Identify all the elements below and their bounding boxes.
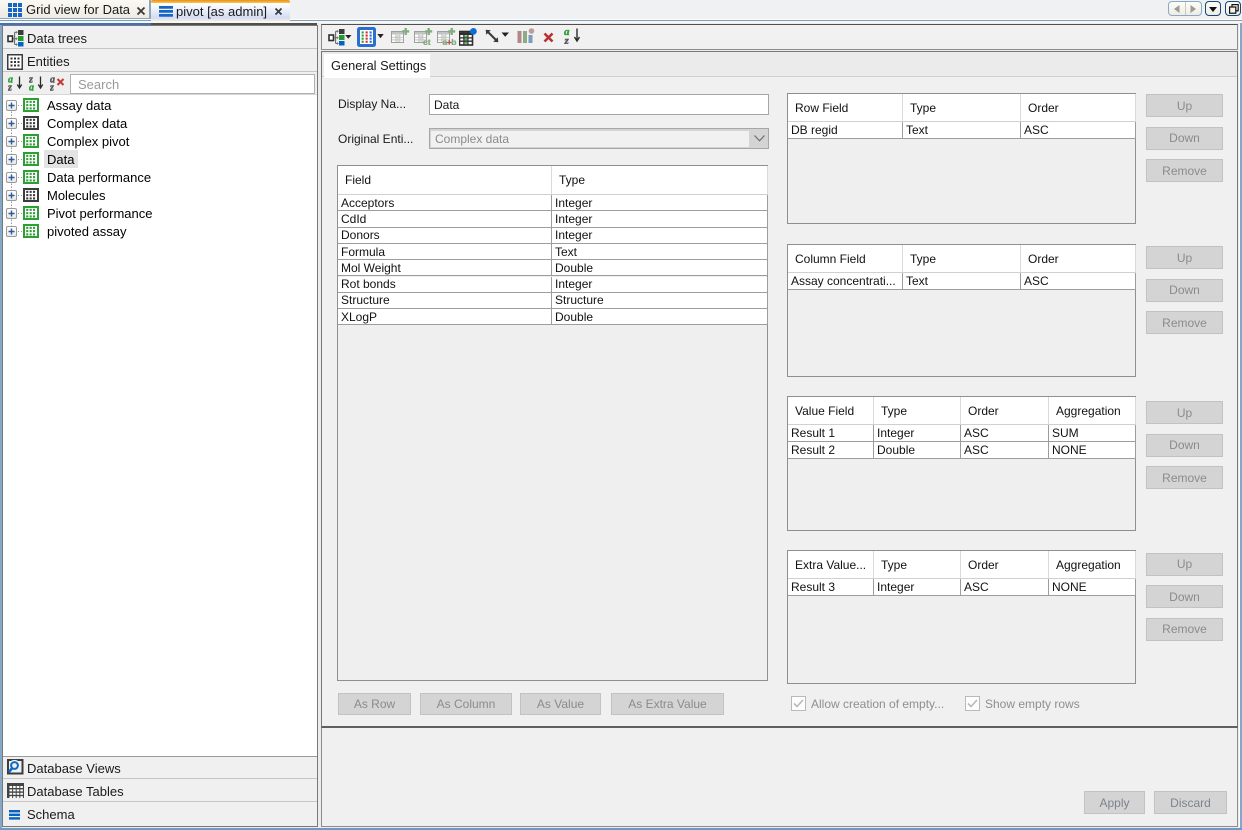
svg-text:z: z <box>564 35 570 44</box>
svg-text:z: z <box>50 83 54 92</box>
svg-text:b: b <box>451 37 456 45</box>
svg-text:a: a <box>29 83 34 92</box>
svg-text:ct: ct <box>423 37 431 45</box>
svg-text:z: z <box>8 83 12 92</box>
